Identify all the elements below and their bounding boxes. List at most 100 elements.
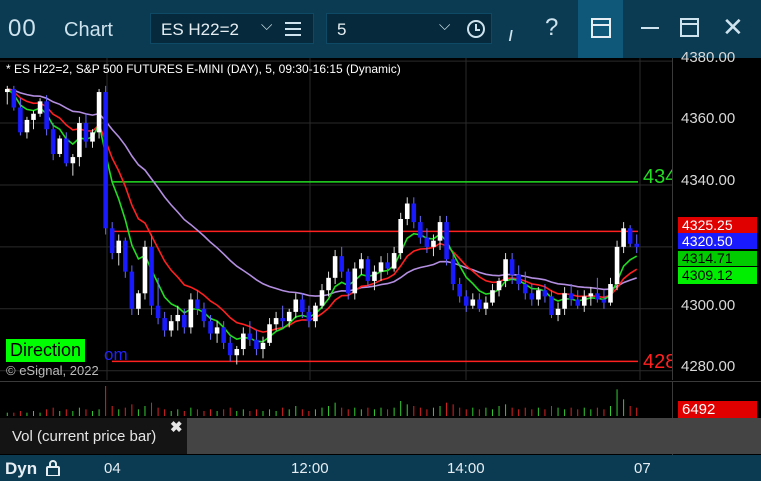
chevron-down-icon[interactable]: ⌵ <box>261 17 272 34</box>
candle-body <box>595 293 600 300</box>
candle-body <box>575 299 581 306</box>
time-tick: 07 <box>634 460 651 477</box>
candle-body <box>463 296 469 306</box>
candle-body <box>431 240 436 247</box>
candle-body <box>227 342 233 356</box>
candle-body <box>149 246 154 306</box>
candle-body <box>201 308 207 322</box>
copyright: © eSignal, 2022 <box>6 363 99 378</box>
candle-body <box>300 299 305 312</box>
symbol-input[interactable]: ES H22=2 <box>161 20 239 40</box>
candle-body <box>18 107 23 133</box>
lavender-average-line <box>7 88 637 297</box>
close-study-icon[interactable]: ✖ <box>170 418 183 436</box>
minimize-icon[interactable] <box>641 27 659 29</box>
candle-body <box>385 262 390 269</box>
green-upper-badge: 4314.71 <box>678 251 757 266</box>
symbol-menu-icon[interactable] <box>285 22 301 36</box>
candle-body <box>31 113 36 120</box>
candle-body <box>581 296 587 306</box>
candle-body <box>483 302 489 309</box>
candle-body <box>234 349 240 356</box>
candle-body <box>621 228 626 247</box>
price-axis[interactable]: 4380.00 4360.00 4340.00 4300.00 4280.00 … <box>672 49 761 380</box>
time-axis[interactable]: Dyn 04 12:00 14:00 07 <box>0 455 761 481</box>
candle-body <box>372 271 377 281</box>
direction-button[interactable]: Direction <box>6 339 86 362</box>
dyn-mode[interactable]: Dyn <box>5 459 37 479</box>
candle-body <box>90 132 95 142</box>
candle-body <box>260 342 266 350</box>
candle-body <box>214 327 220 334</box>
candle-body <box>273 318 279 325</box>
green-lower-badge: 4309.12 <box>678 267 757 284</box>
price-tick: 4300.00 <box>681 297 736 314</box>
candle-body <box>129 271 135 309</box>
clock-icon[interactable] <box>467 20 485 38</box>
price-tick: 4380.00 <box>681 49 736 66</box>
title-bar: 00 Chart ES H22=2 ⌵ 5 ⌵ ı ? ✕ <box>0 0 761 58</box>
symbol-selector[interactable]: ES H22=2 ⌵ <box>150 13 314 44</box>
candle-body <box>601 299 607 303</box>
candle-body <box>267 324 272 343</box>
last-price-badge: 4320.50 <box>678 233 757 249</box>
candle-body <box>57 138 63 154</box>
candle-body <box>142 246 148 294</box>
candle-body <box>568 293 574 300</box>
candle-body <box>549 296 554 315</box>
time-tick: 12:00 <box>291 460 329 477</box>
price-tick: 4360.00 <box>681 110 736 127</box>
candle-body <box>352 268 358 294</box>
candle-body <box>162 318 167 331</box>
price-tick: 4340.00 <box>681 172 736 189</box>
candle-body <box>77 123 82 158</box>
candle-body <box>103 92 108 229</box>
candle-body <box>339 256 344 272</box>
interval-selector[interactable]: 5 ⌵ <box>326 13 492 44</box>
candle-body <box>208 321 213 334</box>
candle-body <box>345 271 351 294</box>
candle-body <box>44 101 49 130</box>
chart-header: * ES H22=2, S&P 500 FUTURES E-MINI (DAY)… <box>6 62 401 76</box>
candle-body <box>542 290 548 297</box>
volume-study-label[interactable]: Vol (current price bar) ✖ <box>0 418 187 454</box>
candle-body <box>175 314 181 322</box>
candle-body <box>555 308 561 315</box>
candle-body <box>588 293 594 297</box>
candle-body <box>109 228 115 254</box>
interval-input[interactable]: 5 <box>337 20 346 40</box>
help-icon[interactable]: ? <box>545 14 558 42</box>
candle-body <box>503 259 508 281</box>
draw-tool-icon[interactable]: ı <box>508 24 514 47</box>
candle-body <box>627 228 633 244</box>
price-tick: 4280.00 <box>681 358 736 375</box>
candle-body <box>11 88 17 108</box>
candle-body <box>313 305 318 322</box>
candle-body <box>562 293 567 309</box>
red-line-price-badge: 4325.25 <box>678 217 757 233</box>
candle-body <box>391 253 397 269</box>
candle-body <box>24 119 30 133</box>
candle-body <box>477 299 482 309</box>
candle-body <box>306 311 312 322</box>
close-icon[interactable]: ✕ <box>722 14 744 40</box>
lock-icon[interactable] <box>45 460 61 476</box>
candle-body <box>50 129 56 154</box>
price-chart[interactable]: * ES H22=2, S&P 500 FUTURES E-MINI (DAY)… <box>0 58 676 380</box>
candle-body <box>418 222 423 238</box>
price-chart-canvas[interactable] <box>0 58 672 380</box>
candle-body <box>241 333 246 350</box>
chevron-down-icon[interactable]: ⌵ <box>439 17 450 34</box>
candle-body <box>470 299 476 306</box>
candle-body <box>286 311 292 322</box>
candle-body <box>378 262 384 272</box>
candle-body <box>319 290 325 306</box>
candle-body <box>326 277 331 291</box>
candle-body <box>359 259 364 269</box>
candle-body <box>522 284 528 294</box>
page-layout-button[interactable] <box>578 0 623 58</box>
candle-body <box>280 318 285 322</box>
maximize-icon[interactable] <box>680 18 699 37</box>
candle-body <box>254 339 259 350</box>
candle-body <box>155 305 161 319</box>
